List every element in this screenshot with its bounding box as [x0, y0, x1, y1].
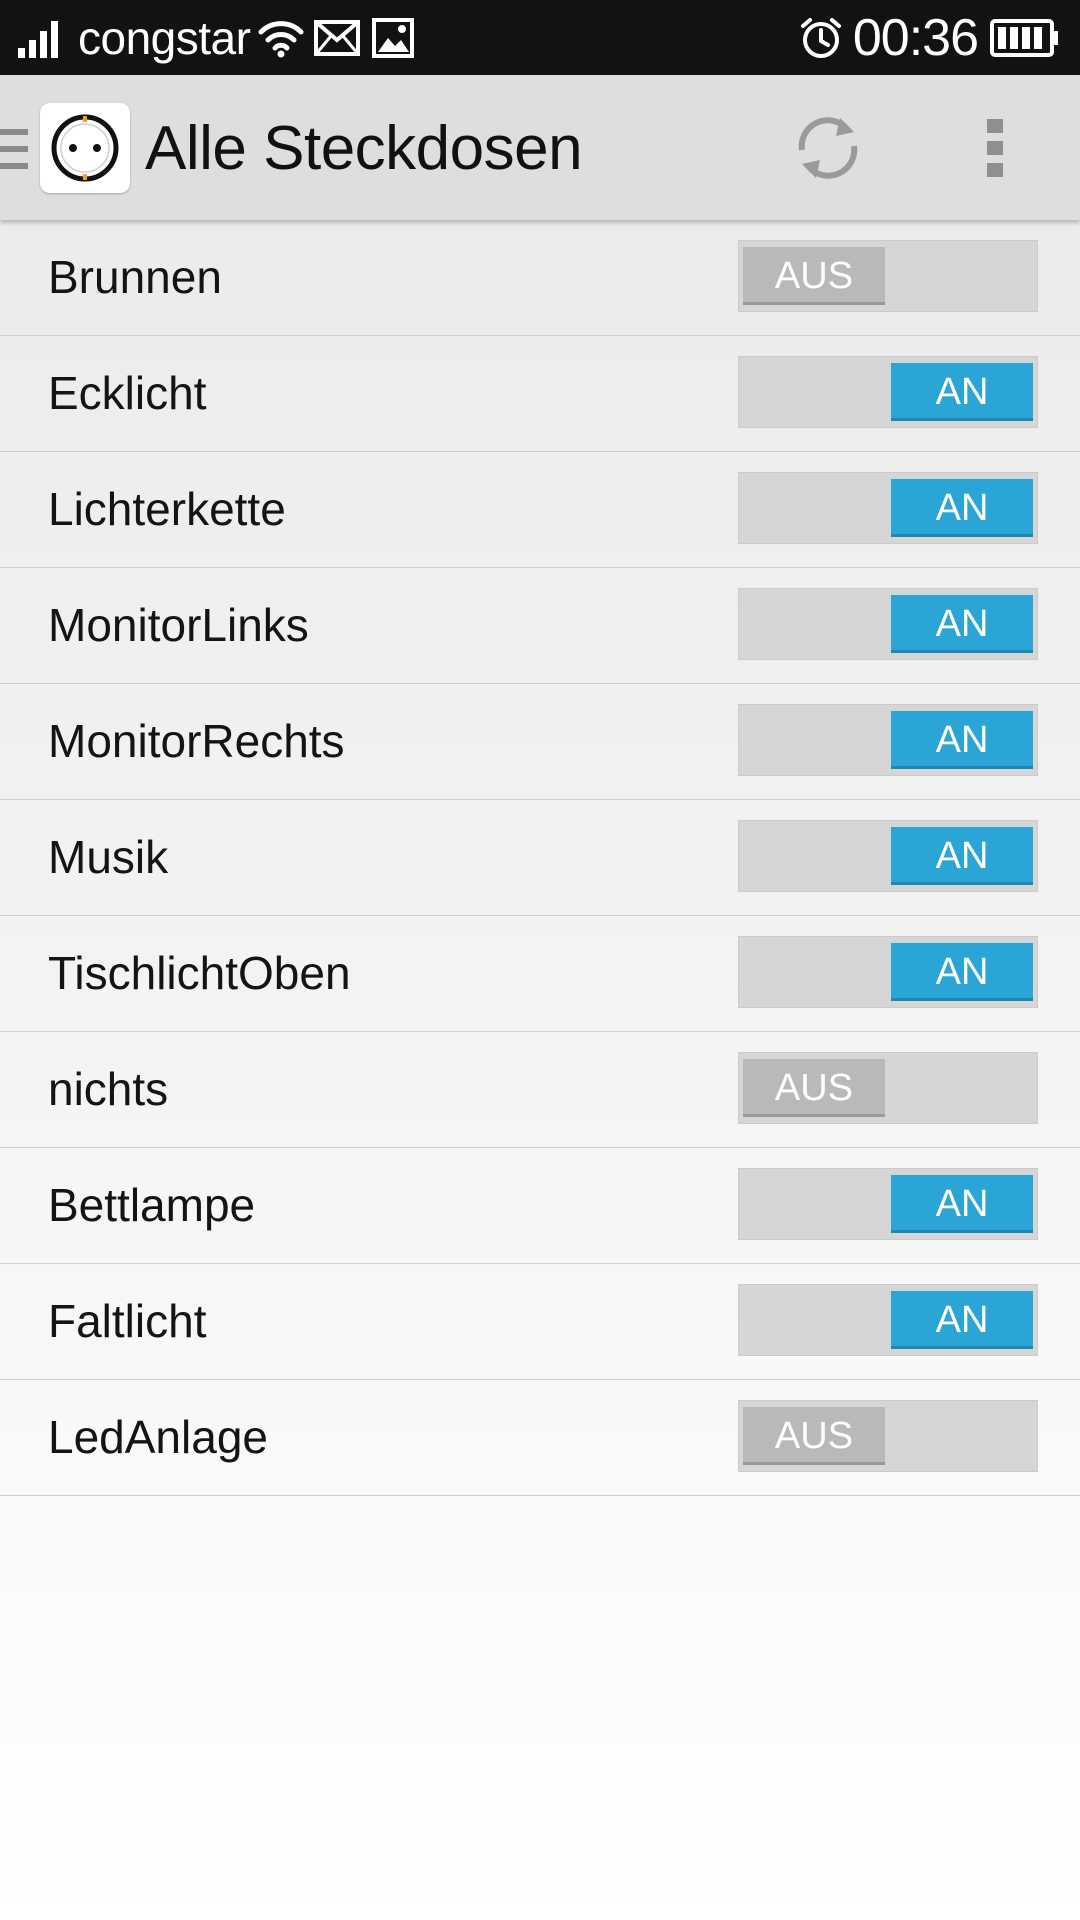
list-item: Ecklicht AN [0, 336, 1080, 452]
socket-name: Ecklicht [48, 367, 207, 419]
toggle-state-label: AN [891, 479, 1033, 537]
list-item: TischlichtOben AN [0, 916, 1080, 1032]
wifi-icon [258, 18, 304, 58]
list-item: Bettlampe AN [0, 1148, 1080, 1264]
refresh-icon [788, 108, 868, 188]
list-item: nichts AUS [0, 1032, 1080, 1148]
socket-toggle[interactable]: AN [738, 1168, 1038, 1240]
socket-name: Musik [48, 831, 169, 883]
carrier-name: congstar [78, 11, 251, 64]
status-bar-right: 00:36 [799, 0, 1060, 75]
socket-name: LedAnlage [48, 1411, 268, 1463]
battery-icon [990, 18, 1060, 57]
action-bar: Alle Steckdosen [0, 75, 1080, 220]
socket-name: Faltlicht [48, 1295, 207, 1347]
socket-name: Lichterkette [48, 483, 286, 535]
socket-toggle[interactable]: AUS [738, 1052, 1038, 1124]
list-item: MonitorRechts AN [0, 684, 1080, 800]
toggle-state-label: AUS [743, 1407, 885, 1465]
alarm-icon [799, 16, 843, 60]
refresh-button[interactable] [785, 105, 871, 191]
overflow-menu-button[interactable] [965, 110, 1025, 186]
list-item: Musik AN [0, 800, 1080, 916]
list-item: MonitorLinks AN [0, 568, 1080, 684]
socket-toggle[interactable]: AN [738, 704, 1038, 776]
status-bar: congstar 00:36 [0, 0, 1080, 75]
socket-toggle[interactable]: AUS [738, 1400, 1038, 1472]
power-socket-icon [49, 112, 121, 184]
status-bar-left: congstar [18, 0, 415, 75]
overflow-menu-icon [985, 117, 1005, 179]
list-item: Faltlicht AN [0, 1264, 1080, 1380]
page-title: Alle Steckdosen [145, 114, 583, 183]
toggle-state-label: AN [891, 827, 1033, 885]
socket-name: Bettlampe [48, 1179, 256, 1231]
list-item: Brunnen AUS [0, 220, 1080, 336]
toggle-state-label: AN [891, 1175, 1033, 1233]
socket-name: TischlichtOben [48, 947, 351, 999]
list-item: LedAnlage AUS [0, 1380, 1080, 1496]
toggle-state-label: AN [891, 943, 1033, 1001]
toggle-state-label: AN [891, 1291, 1033, 1349]
toggle-state-label: AUS [743, 1059, 885, 1117]
socket-name: MonitorLinks [48, 599, 309, 651]
socket-toggle[interactable]: AN [738, 588, 1038, 660]
socket-name: Brunnen [48, 251, 222, 303]
socket-toggle[interactable]: AN [738, 472, 1038, 544]
signal-icon [18, 18, 66, 58]
socket-toggle[interactable]: AN [738, 936, 1038, 1008]
socket-name: nichts [48, 1063, 169, 1115]
list-item: Lichterkette AN [0, 452, 1080, 568]
toggle-state-label: AN [891, 595, 1033, 653]
socket-toggle[interactable]: AN [738, 820, 1038, 892]
socket-toggle[interactable]: AN [738, 356, 1038, 428]
socket-toggle[interactable]: AN [738, 1284, 1038, 1356]
toggle-state-label: AN [891, 363, 1033, 421]
toggle-state-label: AUS [743, 247, 885, 305]
toggle-state-label: AN [891, 711, 1033, 769]
mail-icon [314, 19, 361, 56]
drawer-indicator-icon[interactable] [0, 127, 30, 171]
socket-list: Brunnen AUS Ecklicht AN Lichterkette AN … [0, 220, 1080, 1496]
app-logo[interactable] [40, 103, 130, 193]
clock: 00:36 [852, 8, 979, 67]
socket-toggle[interactable]: AUS [738, 240, 1038, 312]
socket-name: MonitorRechts [48, 715, 345, 767]
image-notification-icon [372, 17, 415, 58]
